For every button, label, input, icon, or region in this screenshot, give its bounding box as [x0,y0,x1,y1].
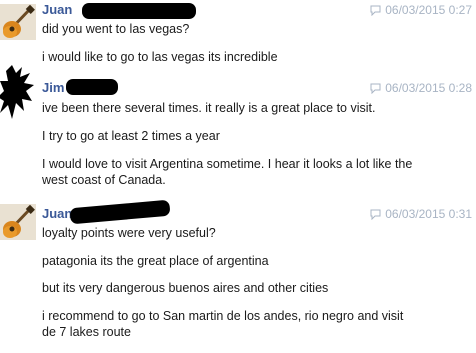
redacted-name [69,199,171,225]
timestamp: 06/03/2015 0:27 [370,3,472,17]
guitar-icon [0,204,36,240]
message-line: ive been there several times. it really … [42,101,376,115]
message-line: I would love to visit Argentina sometime… [42,157,413,187]
message-line: i recommend to go to San martin de los a… [42,309,404,339]
silhouette-icon [0,65,34,119]
author-name[interactable]: Juan [42,2,72,17]
timestamp: 06/03/2015 0:28 [370,81,472,95]
timestamp-text: 06/03/2015 0:27 [385,3,472,17]
message-1: Juan 06/03/2015 0:27 did you went to las… [0,0,476,75]
author-name[interactable]: Juan [42,206,72,221]
message-line: i would like to go to las vegas its incr… [42,50,278,64]
message-2: Jim 06/03/2015 0:28 ive been there sever… [0,65,476,200]
message-line: patagonia its the great place of argenti… [42,254,269,268]
message-line: I try to go at least 2 times a year [42,129,220,143]
timestamp: 06/03/2015 0:31 [370,207,472,221]
message-line: but its very dangerous buenos aires and … [42,281,329,295]
message-line: loyalty points were very useful? [42,226,216,240]
speech-bubble-icon [370,5,381,16]
timestamp-text: 06/03/2015 0:31 [385,207,472,221]
guitar-icon [0,4,36,40]
speech-bubble-icon [370,83,381,94]
message-line: did you went to las vegas? [42,22,190,36]
redacted-name [82,3,196,19]
redacted-name [66,79,118,95]
timestamp-text: 06/03/2015 0:28 [385,81,472,95]
speech-bubble-icon [370,209,381,220]
author-name[interactable]: Jim [42,80,64,95]
message-3: Juan 06/03/2015 0:31 loyalty points were… [0,199,476,353]
